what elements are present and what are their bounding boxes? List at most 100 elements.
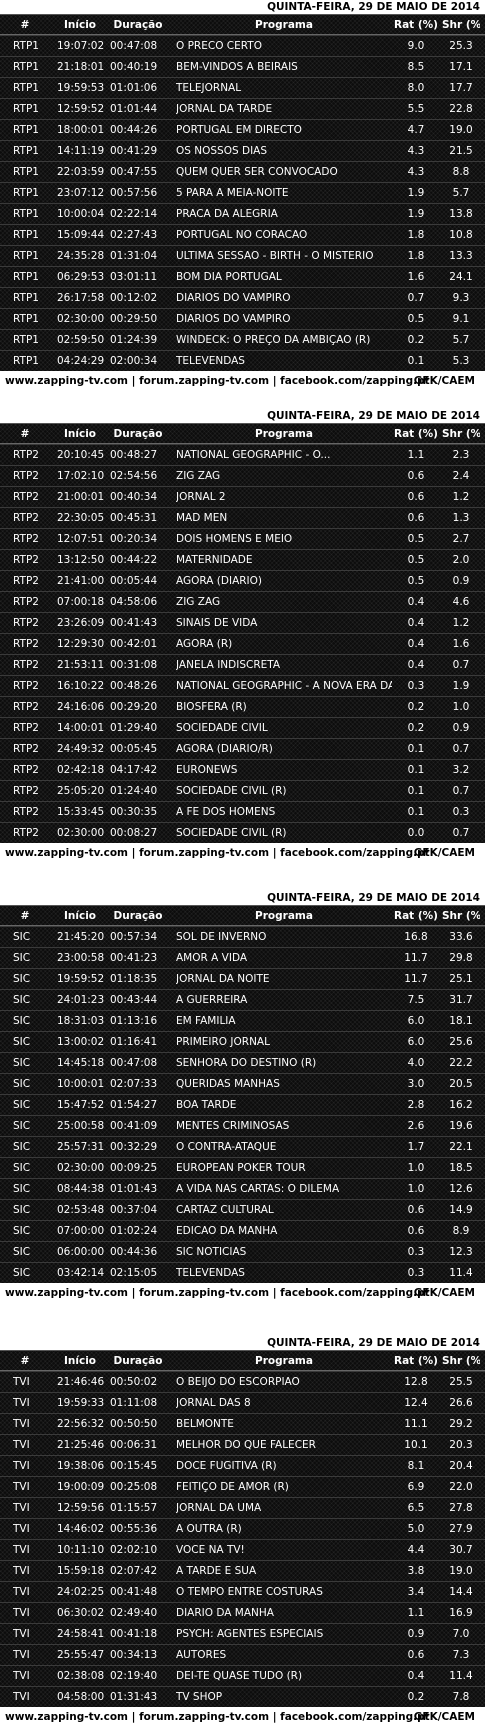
duration-cell: 01:02:24: [110, 1225, 158, 1237]
footer: www.zapping-tv.com | forum.zapping-tv.co…: [0, 843, 485, 863]
report-date: QUINTA-FEIRA, 29 DE MAIO DE 2014: [267, 1, 480, 13]
program-cell: AMOR A VIDA: [176, 952, 248, 964]
share-cell: 13.8: [449, 208, 473, 220]
footer-links[interactable]: www.zapping-tv.com | forum.zapping-tv.co…: [5, 843, 430, 863]
start-time-cell: 22:56:32: [57, 1418, 105, 1430]
table-row: SIC 21:45:20 00:57:34 SOL DE INVERNO 16.8 33.…: [0, 926, 485, 947]
rating-cell: 6.9: [407, 1481, 425, 1493]
duration-cell: 00:44:22: [110, 554, 158, 566]
program-cell: SOL DE INVERNO: [176, 931, 267, 943]
rating-cell: 8.0: [407, 82, 425, 94]
footer-links[interactable]: www.zapping-tv.com | forum.zapping-tv.co…: [5, 371, 430, 391]
duration-cell: 00:57:34: [110, 931, 158, 943]
duration-cell: 00:34:13: [110, 1649, 158, 1661]
channel-cell: RTP2: [13, 575, 39, 587]
rating-cell: 1.6: [407, 271, 425, 283]
share-cell: 0.7: [452, 785, 470, 797]
rating-cell: 11.7: [404, 952, 428, 964]
share-cell: 12.6: [449, 1183, 473, 1195]
program-cell: SINAIS DE VIDA: [176, 617, 258, 629]
share-cell: 5.3: [452, 355, 470, 367]
channel-cell: RTP2: [13, 659, 39, 671]
start-time-cell: 25:00:58: [57, 1120, 105, 1132]
channel-cell: TVI: [13, 1565, 30, 1577]
footer-links[interactable]: www.zapping-tv.com | forum.zapping-tv.co…: [5, 1707, 430, 1727]
channel-cell: RTP1: [13, 250, 39, 262]
share-cell: 30.7: [449, 1544, 473, 1556]
rating-cell: 0.6: [407, 470, 425, 482]
rating-cell: 8.1: [407, 1460, 425, 1472]
program-cell: BEM-VINDOS A BEIRAIS: [176, 61, 298, 73]
rating-cell: 4.0: [407, 1057, 425, 1069]
duration-cell: 02:27:43: [110, 229, 158, 241]
program-cell: BOM DIA PORTUGAL: [176, 271, 282, 283]
share-cell: 14.9: [449, 1204, 473, 1216]
duration-cell: 00:30:35: [110, 806, 158, 818]
share-cell: 31.7: [449, 994, 473, 1006]
start-time-cell: 23:00:58: [57, 952, 105, 964]
start-time-cell: 19:00:09: [57, 1481, 105, 1493]
duration-cell: 01:01:06: [110, 82, 158, 94]
start-time-cell: 08:44:38: [57, 1183, 105, 1195]
rating-cell: 0.6: [407, 1649, 425, 1661]
table-row: RTP2 12:07:51 00:20:34 DOIS HOMENS E MEIO 0.…: [0, 528, 485, 549]
channel-cell: TVI: [13, 1649, 30, 1661]
program-cell: DIARIO DA MANHA: [176, 1607, 274, 1619]
footer: www.zapping-tv.com | forum.zapping-tv.co…: [0, 1707, 485, 1727]
start-time-cell: 21:00:01: [57, 491, 105, 503]
program-cell: BELMONTE: [176, 1418, 234, 1430]
channel-cell: SIC: [13, 994, 31, 1006]
rating-cell: 0.3: [407, 1246, 425, 1258]
duration-cell: 02:07:42: [110, 1565, 158, 1577]
rating-cell: 5.5: [407, 103, 425, 115]
program-cell: VOCE NA TV!: [176, 1544, 245, 1556]
duration-cell: 00:47:08: [110, 1057, 158, 1069]
share-cell: 19.0: [449, 124, 473, 136]
start-time-cell: 15:09:44: [57, 229, 105, 241]
channel-cell: SIC: [13, 931, 31, 943]
share-cell: 25.6: [449, 1036, 473, 1048]
program-cell: JANELA INDISCRETA: [176, 659, 281, 671]
channel-cell: TVI: [13, 1481, 30, 1493]
table-row: RTP1 22:03:59 00:47:55 QUEM QUER SER CONVOC…: [0, 161, 485, 182]
program-cell: O BEIJO DO ESCORPIAO: [176, 1376, 300, 1388]
channel-cell: SIC: [13, 952, 31, 964]
rating-cell: 9.0: [407, 40, 425, 52]
rating-cell: 6.5: [407, 1502, 425, 1514]
channel-cell: RTP2: [13, 512, 39, 524]
channel-cell: TVI: [13, 1670, 30, 1682]
share-cell: 7.8: [452, 1691, 470, 1703]
share-cell: 2.4: [452, 470, 470, 482]
start-time-cell: 19:59:52: [57, 973, 105, 985]
share-cell: 9.1: [452, 313, 470, 325]
program-cell: O PRECO CERTO: [176, 40, 262, 52]
program-cell: DOCE FUGITIVA (R): [176, 1460, 277, 1472]
rating-cell: 0.5: [407, 575, 425, 587]
share-cell: 20.3: [449, 1439, 473, 1451]
rating-cell: 0.4: [407, 617, 425, 629]
duration-cell: 00:47:08: [110, 40, 158, 52]
table-row: RTP2 24:49:32 00:05:45 AGORA (DIARIO/R) 0.1 0…: [0, 738, 485, 759]
channel-cell: RTP1: [13, 40, 39, 52]
rating-cell: 1.8: [407, 229, 425, 241]
start-time-cell: 22:03:59: [57, 166, 105, 178]
program-cell: JORNAL DA UMA: [176, 1502, 262, 1514]
table-row: SIC 02:30:00 00:09:25 EUROPEAN POKER TOUR 1.…: [0, 1157, 485, 1178]
duration-cell: 00:50:50: [110, 1418, 158, 1430]
share-cell: 0.3: [452, 806, 470, 818]
table-row: TVI 22:56:32 00:50:50 BELMONTE 11.1 29.2: [0, 1413, 485, 1434]
share-cell: 13.3: [449, 250, 473, 262]
program-cell: QUEM QUER SER CONVOCADO: [176, 166, 338, 178]
footer-links[interactable]: www.zapping-tv.com | forum.zapping-tv.co…: [5, 1283, 430, 1303]
duration-cell: 00:43:44: [110, 994, 158, 1006]
start-time-cell: 19:07:02: [57, 40, 105, 52]
duration-cell: 01:54:27: [110, 1099, 158, 1111]
start-time-cell: 07:00:00: [57, 1225, 105, 1237]
rating-cell: 0.5: [407, 313, 425, 325]
share-cell: 0.7: [452, 827, 470, 839]
start-time-cell: 22:30:05: [57, 512, 105, 524]
program-cell: EURONEWS: [176, 764, 238, 776]
table-row: TVI 15:59:18 02:07:42 A TARDE E SUA 3.8 19.0: [0, 1560, 485, 1581]
duration-cell: 03:01:11: [110, 271, 158, 283]
share-cell: 2.7: [452, 533, 470, 545]
